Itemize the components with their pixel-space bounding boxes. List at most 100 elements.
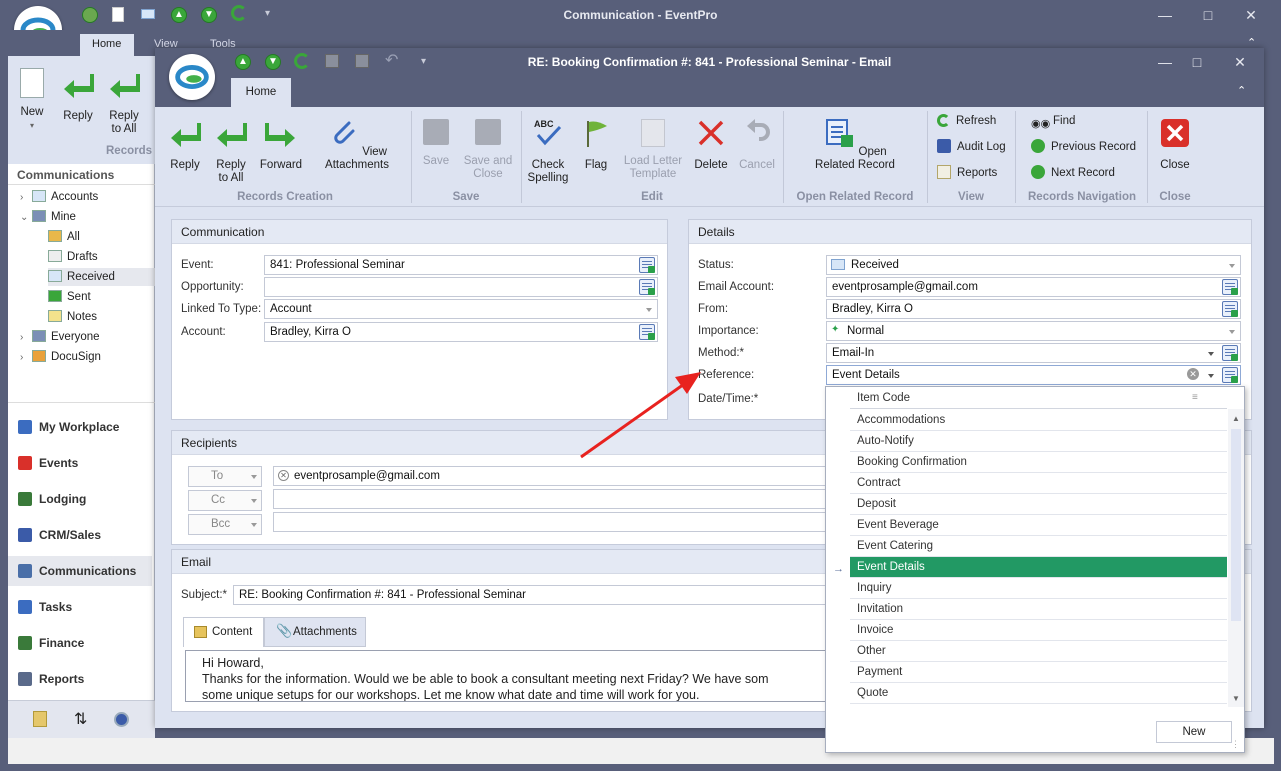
email-account-field[interactable]: eventprosample@gmail.com <box>826 277 1241 297</box>
from-field[interactable]: Bradley, Kirra O <box>826 299 1241 319</box>
tree-item-sent[interactable]: Sent <box>48 288 91 306</box>
qat-customize-icon[interactable]: ▾ <box>265 8 270 19</box>
module-lodging[interactable]: Lodging <box>8 484 152 514</box>
reports-button[interactable]: Reports <box>937 162 997 184</box>
module-tasks[interactable]: Tasks <box>8 592 152 622</box>
reference-option[interactable]: Event Catering <box>850 536 1227 557</box>
module-crm-sales[interactable]: CRM/Sales <box>8 520 152 550</box>
reference-chevron-down-icon[interactable] <box>1208 374 1214 378</box>
importance-chevron-down-icon[interactable] <box>1229 330 1235 334</box>
expand-icon[interactable]: › <box>20 329 32 347</box>
tree-item-docusign[interactable]: › DocuSign <box>20 348 101 366</box>
expand-icon[interactable]: ⌄ <box>20 209 32 227</box>
back-tab-home[interactable]: Home <box>80 34 134 58</box>
load-letter-template-button[interactable]: Load Letter Template <box>623 117 683 181</box>
sidebar-settings-icon[interactable] <box>33 711 47 727</box>
arrow-down-icon[interactable]: ▼ <box>201 7 217 23</box>
reply-all-button[interactable]: Reply to All <box>211 117 251 185</box>
tree-item-drafts[interactable]: Drafts <box>48 248 98 266</box>
module-events[interactable]: Events <box>8 448 152 478</box>
delete-button[interactable]: Delete <box>689 117 733 172</box>
history-icon[interactable] <box>82 7 98 23</box>
find-button[interactable]: ◉◉ Find <box>1031 110 1075 132</box>
reply-button[interactable]: Reply <box>165 117 205 172</box>
tree-item-everyone[interactable]: › Everyone <box>20 328 100 346</box>
account-lookup-icon[interactable] <box>639 324 655 340</box>
reference-option[interactable]: Payment <box>850 662 1227 683</box>
linked-to-type-chevron-down-icon[interactable] <box>646 308 652 312</box>
reference-lookup-icon[interactable] <box>1222 367 1238 383</box>
front-ribbon-collapse-icon[interactable]: ⌃ <box>1237 84 1246 97</box>
tree-item-notes[interactable]: Notes <box>48 308 97 326</box>
reference-clear-icon[interactable]: ✕ <box>1187 368 1199 380</box>
qat-undo-icon[interactable]: ↶ <box>385 50 398 70</box>
module-my-workplace[interactable]: My Workplace <box>8 412 152 442</box>
back-new-button[interactable]: New ▾ <box>14 68 50 132</box>
audit-log-button[interactable]: Audit Log <box>937 136 1006 158</box>
reference-option[interactable]: Invoice <box>850 620 1227 641</box>
refresh-icon[interactable] <box>231 5 247 21</box>
front-close-button[interactable]: ✕ <box>1225 51 1255 73</box>
back-minimize-button[interactable]: — <box>1150 4 1180 26</box>
reference-option[interactable]: Booking Confirmation <box>850 452 1227 473</box>
check-spelling-button[interactable]: ABC Check Spelling <box>527 117 569 185</box>
method-lookup-icon[interactable] <box>1222 345 1238 361</box>
front-tab-home[interactable]: Home <box>231 78 291 107</box>
reference-option[interactable]: Auto-Notify <box>850 431 1227 452</box>
document-icon[interactable] <box>112 7 124 22</box>
new-reference-button[interactable]: New <box>1156 721 1232 743</box>
cancel-button[interactable]: Cancel <box>735 117 779 172</box>
reference-option[interactable]: Deposit <box>850 494 1227 515</box>
reference-option[interactable]: Quote <box>850 683 1227 704</box>
opportunity-field[interactable] <box>264 277 658 297</box>
previous-record-button[interactable]: Previous Record <box>1031 136 1136 158</box>
mail-icon[interactable] <box>141 9 155 19</box>
account-field[interactable]: Bradley, Kirra O <box>264 322 658 342</box>
qat-down-icon[interactable]: ▼ <box>265 54 281 70</box>
flag-button[interactable]: Flag <box>575 117 617 172</box>
method-select[interactable]: Email-In <box>826 343 1241 363</box>
reference-option[interactable]: Accommodations <box>850 410 1227 431</box>
event-lookup-icon[interactable] <box>639 257 655 273</box>
scroll-up-icon[interactable]: ▲ <box>1232 414 1240 423</box>
reference-option[interactable]: Event Details <box>850 557 1227 578</box>
item-code-column-header[interactable]: Item Code <box>850 387 1227 409</box>
from-lookup-icon[interactable] <box>1222 301 1238 317</box>
reference-option[interactable]: Event Beverage <box>850 515 1227 536</box>
dropdown-scrollbar-thumb[interactable] <box>1231 429 1241 621</box>
linked-to-type-select[interactable]: Account <box>264 299 658 319</box>
qat-up-icon[interactable]: ▲ <box>235 54 251 70</box>
save-button[interactable]: Save <box>417 117 455 168</box>
reference-select[interactable]: Event Details <box>826 365 1241 385</box>
refresh-button[interactable]: Refresh <box>937 110 996 132</box>
expand-icon[interactable]: › <box>20 349 32 367</box>
status-chevron-down-icon[interactable] <box>1229 264 1235 268</box>
reference-option[interactable]: Inquiry <box>850 578 1227 599</box>
qat-refresh-icon[interactable] <box>294 53 310 69</box>
forward-button[interactable]: Forward <box>257 117 305 172</box>
email-account-lookup-icon[interactable] <box>1222 279 1238 295</box>
sidebar-sort-icon[interactable]: ⇅ <box>74 709 87 729</box>
view-attachments-button[interactable]: View Attachments <box>311 117 403 172</box>
qat-save-icon[interactable] <box>325 54 339 68</box>
importance-select[interactable]: Normal <box>826 321 1241 341</box>
scroll-down-icon[interactable]: ▼ <box>1232 694 1240 703</box>
tree-item-mine[interactable]: ⌄ Mine <box>20 208 76 226</box>
next-record-button[interactable]: Next Record <box>1031 162 1115 184</box>
front-maximize-button[interactable]: □ <box>1182 51 1212 73</box>
event-field[interactable]: 841: Professional Seminar <box>264 255 658 275</box>
sidebar-globe-icon[interactable] <box>114 712 129 727</box>
tree-item-received[interactable]: Received <box>48 268 155 286</box>
reference-option[interactable]: Contract <box>850 473 1227 494</box>
reference-option[interactable]: Invitation <box>850 599 1227 620</box>
module-communications[interactable]: Communications <box>8 556 152 586</box>
method-chevron-down-icon[interactable] <box>1208 352 1214 356</box>
save-and-close-button[interactable]: Save and Close <box>461 117 515 181</box>
status-select[interactable]: Received <box>826 255 1241 275</box>
opportunity-lookup-icon[interactable] <box>639 279 655 295</box>
expand-icon[interactable]: › <box>20 189 32 207</box>
arrow-up-icon[interactable]: ▲ <box>171 7 187 23</box>
back-reply-all-button[interactable]: Reply to All <box>104 68 144 136</box>
back-close-button[interactable]: ✕ <box>1236 4 1266 26</box>
tree-item-all[interactable]: All <box>48 228 80 246</box>
